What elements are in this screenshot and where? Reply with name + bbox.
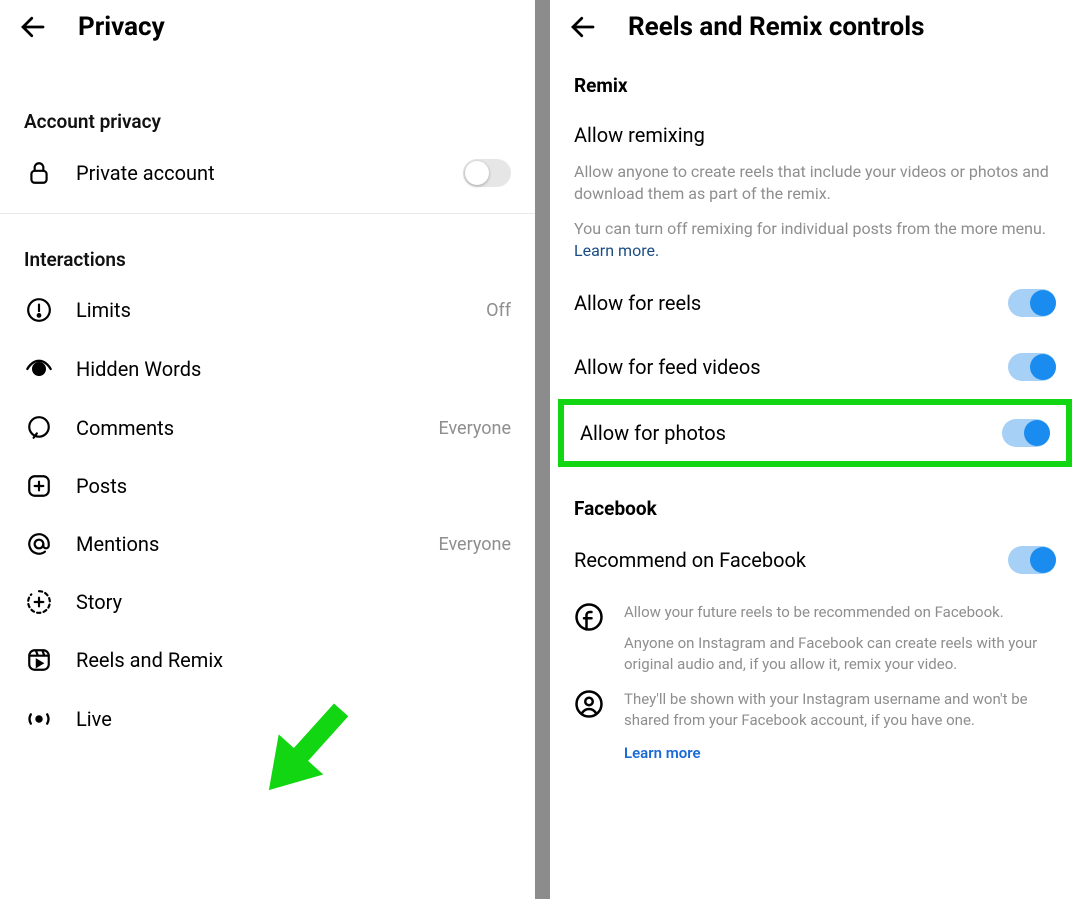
remix-description-2: You can turn off remixing for individual…	[550, 214, 1080, 271]
lock-icon	[24, 160, 54, 186]
reels-remix-panel: Reels and Remix controls Remix Allow rem…	[550, 0, 1080, 899]
private-account-toggle[interactable]	[463, 159, 511, 187]
story-row[interactable]: Story	[0, 573, 535, 631]
highlight-box: Allow for photos	[558, 399, 1072, 467]
remix-description-1: Allow anyone to create reels that includ…	[550, 157, 1080, 214]
user-circle-icon	[574, 689, 604, 723]
eye-hidden-icon	[24, 355, 54, 383]
back-arrow-icon[interactable]	[18, 12, 48, 42]
alert-circle-icon	[24, 297, 54, 323]
learn-more-link[interactable]: Learn more.	[574, 241, 659, 260]
at-sign-icon	[24, 531, 54, 557]
comments-row[interactable]: Comments Everyone	[0, 399, 535, 457]
allow-for-reels-row[interactable]: Allow for reels	[550, 271, 1080, 335]
allow-remixing-label: Allow remixing	[550, 105, 1080, 157]
story-add-icon	[24, 589, 54, 615]
facebook-heading: Facebook	[550, 473, 1080, 528]
allow-reels-toggle[interactable]	[1008, 289, 1056, 317]
hidden-words-row[interactable]: Hidden Words	[0, 339, 535, 399]
allow-photos-toggle[interactable]	[1002, 419, 1050, 447]
private-account-label: Private account	[76, 161, 441, 185]
back-arrow-icon[interactable]	[568, 12, 598, 42]
allow-feed-videos-toggle[interactable]	[1008, 353, 1056, 381]
remix-heading: Remix	[550, 50, 1080, 105]
reels-header: Reels and Remix controls	[550, 0, 1080, 50]
allow-for-feed-videos-row[interactable]: Allow for feed videos	[550, 335, 1080, 399]
privacy-panel: Privacy Account privacy Private account …	[0, 0, 535, 899]
page-title: Privacy	[78, 12, 165, 42]
plus-square-icon	[24, 473, 54, 499]
mentions-row[interactable]: Mentions Everyone	[0, 515, 535, 573]
facebook-circle-icon	[574, 602, 604, 636]
posts-row[interactable]: Posts	[0, 457, 535, 515]
page-title: Reels and Remix controls	[628, 12, 924, 42]
allow-for-photos-row[interactable]: Allow for photos	[564, 405, 1066, 461]
live-row[interactable]: Live	[0, 689, 535, 749]
private-account-row[interactable]: Private account	[0, 143, 535, 203]
facebook-note-2: They'll be shown with your Instagram use…	[550, 679, 1080, 768]
reels-icon	[24, 647, 54, 673]
reels-remix-row[interactable]: Reels and Remix	[0, 631, 535, 689]
recommend-facebook-toggle[interactable]	[1008, 546, 1056, 574]
comment-icon	[24, 415, 54, 441]
limits-row[interactable]: Limits Off	[0, 281, 535, 339]
privacy-header: Privacy	[0, 0, 535, 50]
learn-more-link[interactable]: Learn more	[624, 744, 701, 762]
recommend-on-facebook-row[interactable]: Recommend on Facebook	[550, 528, 1080, 592]
broadcast-icon	[24, 705, 54, 733]
section-interactions: Interactions	[0, 214, 535, 281]
facebook-note-1: Allow your future reels to be recommende…	[550, 592, 1080, 679]
section-account-privacy: Account privacy	[0, 50, 535, 143]
